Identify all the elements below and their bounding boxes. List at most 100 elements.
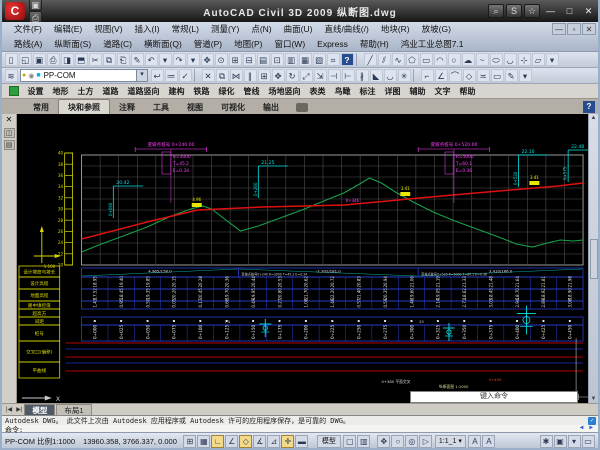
menurow1-item-2[interactable]: 视图(V)	[88, 22, 128, 37]
ribbon-tab-1[interactable]: 常用	[24, 100, 58, 114]
polyline-icon[interactable]: ∿	[392, 53, 405, 66]
comm-center-icon[interactable]: ☆	[524, 4, 540, 18]
dim-arc-icon[interactable]: ⌒	[449, 69, 462, 82]
menurow2-item-7[interactable]: Express	[311, 37, 354, 52]
fillet-icon[interactable]: ◡	[384, 69, 397, 82]
scroll-down-icon[interactable]: ▼	[591, 395, 597, 403]
close-icon[interactable]: ✕	[580, 5, 597, 18]
quick-calc-icon[interactable]: ⌗	[327, 53, 340, 66]
civil-item-8[interactable]: 管线	[239, 86, 264, 97]
layout-tab-model[interactable]: 模型	[24, 404, 55, 416]
save-icon[interactable]: ▣	[33, 53, 46, 66]
quick-view-drawings-icon[interactable]: ▥	[357, 435, 370, 448]
extend-icon[interactable]: ⊢	[342, 69, 355, 82]
ribbon-help-icon[interactable]: ?	[583, 101, 595, 113]
explode-icon[interactable]: ✳	[398, 69, 411, 82]
lock-icon[interactable]: ▣	[554, 435, 567, 448]
layer-previous-icon[interactable]: ↩	[151, 69, 164, 82]
undo-drop-icon[interactable]: ▾	[159, 53, 172, 66]
dim-update-icon[interactable]: ▾	[519, 69, 532, 82]
menurow2-item-3[interactable]: 横断面(Q)	[138, 37, 188, 52]
chevron-down-icon[interactable]: ▾	[136, 70, 147, 81]
new-icon[interactable]: ▯	[5, 53, 18, 66]
ribbon-minimize-icon[interactable]	[296, 103, 308, 112]
civil-item-11[interactable]: 鸟瞰	[330, 86, 355, 97]
tab-nav-last-icon[interactable]: ▶|	[14, 406, 24, 413]
array-icon[interactable]: ⊞	[258, 69, 271, 82]
ortho-toggle[interactable]: ∟	[211, 435, 224, 448]
civil-item-10[interactable]: 表类	[305, 86, 330, 97]
paste-icon[interactable]: ⎗	[117, 53, 130, 66]
palette-properties-icon[interactable]: ◫	[4, 128, 15, 138]
tab-nav-first-icon[interactable]: |◀	[4, 406, 14, 413]
menurow1-item-3[interactable]: 插入(I)	[129, 22, 166, 37]
otrack-toggle[interactable]: ∡	[253, 435, 266, 448]
menurow2-item-6[interactable]: 窗口(W)	[268, 37, 311, 52]
lwt-toggle[interactable]: ▬	[295, 435, 308, 448]
mirror-icon[interactable]: ⋈	[230, 69, 243, 82]
tool-palettes-icon[interactable]: ▥	[285, 53, 298, 66]
zoom-icon[interactable]: ○	[391, 435, 404, 448]
menurow2-item-5[interactable]: 地图(P)	[228, 37, 268, 52]
ribbon-tab-5[interactable]: 视图	[178, 100, 212, 114]
rotate-icon[interactable]: ↻	[286, 69, 299, 82]
erase-icon[interactable]: ✕	[202, 69, 215, 82]
civil-item-16[interactable]: 帮助	[455, 86, 480, 97]
maximize-icon[interactable]: □	[561, 5, 578, 18]
copy-icon[interactable]: ⧉	[103, 53, 116, 66]
doc-restore-icon[interactable]: ▫	[567, 23, 581, 35]
civil-item-9[interactable]: 场地竖向	[264, 86, 305, 97]
plot-icon[interactable]: ⎙	[47, 53, 60, 66]
polygon-icon[interactable]: ⬠	[406, 53, 419, 66]
doc-close-icon[interactable]: ✕	[582, 23, 596, 35]
menurow2-item-9[interactable]: 鸿业工业总图7.1	[395, 37, 470, 52]
ribbon-tab-7[interactable]: 输出	[254, 100, 288, 114]
palette-close-icon[interactable]: ✕	[4, 115, 15, 126]
command-prompt[interactable]: 命令:	[2, 425, 598, 433]
publish-icon[interactable]: ⬒	[75, 53, 88, 66]
ducs-toggle[interactable]: ⊿	[267, 435, 280, 448]
plot-preview-icon[interactable]: ◨	[61, 53, 74, 66]
revision-cloud-icon[interactable]: ☁	[462, 53, 475, 66]
scroll-up-icon[interactable]: ▲	[591, 114, 597, 122]
layer-dropdown[interactable]: ●◉■PP-COM▾	[20, 69, 148, 82]
workspace-icon[interactable]: ✱	[540, 435, 553, 448]
quick-view-layouts-icon[interactable]: ▢	[343, 435, 356, 448]
stretch-icon[interactable]: ⇲	[314, 69, 327, 82]
osnap-toggle[interactable]: ◇	[239, 435, 252, 448]
civil-item-14[interactable]: 辅助	[405, 86, 430, 97]
annotation-auto-icon[interactable]: A	[482, 435, 495, 448]
zoom-realtime-icon[interactable]: ⊙	[215, 53, 228, 66]
minimize-icon[interactable]: —	[542, 5, 559, 18]
ribbon-tab-2[interactable]: 块和参照	[58, 99, 110, 114]
menurow1-item-1[interactable]: 编辑(E)	[48, 22, 88, 37]
menurow1-item-9[interactable]: 地块(R)	[375, 22, 416, 37]
civil-item-12[interactable]: 标注	[355, 86, 380, 97]
clean-screen-icon[interactable]: ▭	[582, 435, 595, 448]
civil-item-3[interactable]: 道路	[98, 86, 123, 97]
subscription-icon[interactable]: S	[506, 4, 522, 18]
rectangle-icon[interactable]: ▭	[420, 53, 433, 66]
dim-continue-icon[interactable]: ≍	[477, 69, 490, 82]
menurow1-item-4[interactable]: 常规(L)	[166, 22, 205, 37]
line-icon[interactable]: ╱	[364, 53, 377, 66]
civil-item-13[interactable]: 详图	[380, 86, 405, 97]
help-icon[interactable]: ?	[341, 53, 354, 66]
layer-on-icon[interactable]: ●	[22, 72, 26, 79]
civil-item-1[interactable]: 地形	[48, 86, 73, 97]
hatch-icon[interactable]: ▱	[532, 53, 545, 66]
layout-tab-layout1[interactable]: 布局1	[56, 404, 91, 416]
civil-item-4[interactable]: 道路竖向	[123, 86, 164, 97]
civil-item-15[interactable]: 文字	[430, 86, 455, 97]
menurow2-item-2[interactable]: 道路(C)	[97, 37, 138, 52]
cmd-scroll-right-icon[interactable]: ▶	[586, 424, 596, 431]
design-center-icon[interactable]: ⊡	[271, 53, 284, 66]
properties-icon[interactable]: ▤	[257, 53, 270, 66]
spline-icon[interactable]: ~	[476, 53, 489, 66]
open-icon[interactable]: ◱	[19, 53, 32, 66]
menurow2-item-0[interactable]: 路线(A)	[8, 37, 48, 52]
snap-toggle[interactable]: ⊞	[183, 435, 196, 448]
ribbon-tab-3[interactable]: 注释	[110, 100, 144, 114]
dim-linear-icon[interactable]: ⌐	[421, 69, 434, 82]
layer-freeze-icon[interactable]: ◉	[28, 72, 34, 80]
